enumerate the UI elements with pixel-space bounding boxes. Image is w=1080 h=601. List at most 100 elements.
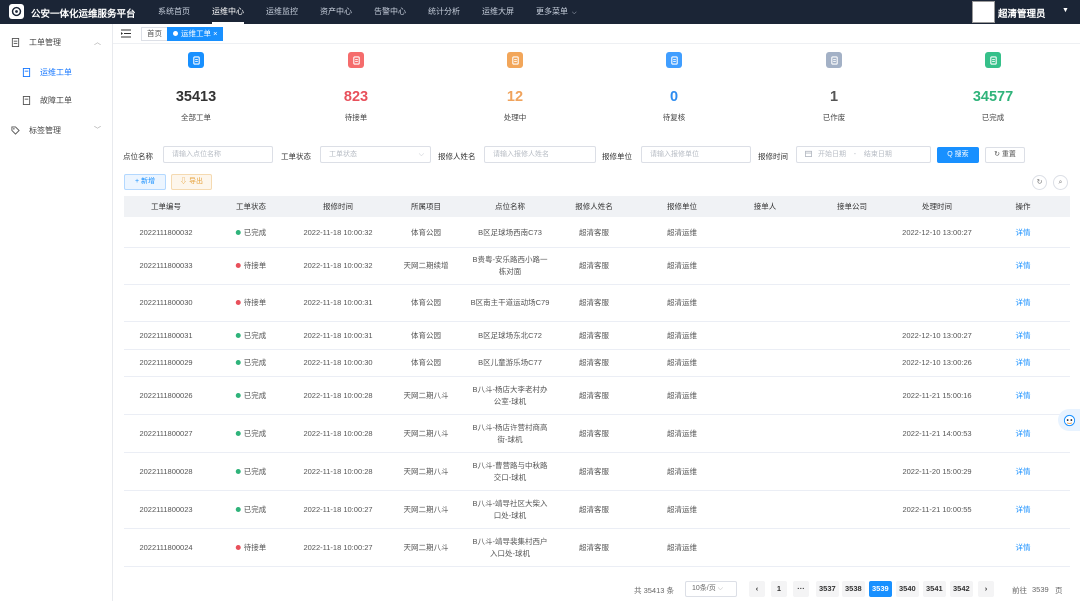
user-name[interactable]: 超清管理员 (998, 6, 1046, 20)
page-button[interactable]: 3542 (950, 581, 973, 597)
export-button[interactable]: ⇩ 导出 (171, 174, 212, 190)
nav-item-1[interactable]: 运维中心 (212, 0, 244, 24)
point-name-cell: B区足球场东北C72 (478, 330, 542, 340)
detail-link[interactable]: 详情 (1016, 504, 1031, 516)
point-name-cell: B贵粤-安乐路西小路一栋对面 (472, 255, 548, 276)
filter-label-time: 报修时间 (758, 152, 788, 161)
unit-cell: 超清运维 (667, 227, 697, 237)
page-button[interactable]: 3537 (816, 581, 839, 597)
page-button[interactable]: 3541 (923, 581, 946, 597)
nav-item-3[interactable]: 资产中心 (320, 0, 352, 24)
help-assistant[interactable] (1058, 409, 1080, 431)
unit-cell: 超清运维 (667, 504, 697, 514)
point-name-cell: B八斗-杨店许营村商高街-球机 (472, 422, 548, 444)
document-icon (188, 52, 204, 68)
logo-icon (11, 6, 22, 17)
time-cell: 2022-11-18 10:00:30 (303, 358, 373, 367)
stat-card[interactable]: 823 待接单 (306, 52, 406, 122)
time-cell: 2022-11-18 10:00:27 (303, 504, 373, 514)
menu-collapse-icon[interactable] (121, 29, 131, 38)
filter-label-unit: 报修单位 (602, 152, 632, 161)
detail-link[interactable]: 详情 (1016, 297, 1031, 309)
stat-card[interactable]: 34577 已完成 (943, 52, 1043, 122)
stat-card[interactable]: 12 处理中 (465, 52, 565, 122)
status-text: 已完成 (243, 227, 267, 237)
status-text: 已完成 (243, 466, 267, 476)
prev-page-button[interactable]: ‹ (749, 581, 765, 597)
unit-cell: 超清运维 (667, 358, 697, 367)
avatar[interactable] (972, 1, 995, 23)
sidebar-item-fault-ticket[interactable]: 故障工单 (22, 92, 72, 108)
detail-link[interactable]: 详情 (1016, 260, 1031, 272)
status-text: 已完成 (243, 390, 267, 400)
stat-card[interactable]: 35413 全部工单 (146, 52, 246, 122)
detail-link[interactable]: 详情 (1016, 227, 1031, 239)
page-button[interactable]: 3538 (842, 581, 865, 597)
add-button[interactable]: + 新增 (124, 174, 166, 190)
page-size-select[interactable]: 10条/页 ⌵ (685, 581, 737, 597)
active-dot-icon (173, 31, 178, 36)
nav-item-6[interactable]: 运维大屏 (482, 0, 514, 24)
tab-ops-ticket[interactable]: 运维工单 × (167, 27, 224, 41)
date-range-picker[interactable]: 开始日期 - 结束日期 (796, 146, 931, 163)
sidebar-item-tag-management[interactable]: 标签管理 (11, 122, 61, 138)
reporter-cell: 超清客服 (579, 390, 609, 400)
user-caret-icon[interactable]: ▼ (1062, 7, 1069, 14)
detail-link[interactable]: 详情 (1016, 428, 1031, 440)
status-dot-icon (235, 506, 241, 512)
clock-icon (507, 52, 523, 68)
point-name-input[interactable]: 请输入点位名称 (163, 146, 273, 163)
stat-card[interactable]: 1 已作废 (784, 52, 884, 122)
reset-button[interactable]: ↻ 重置 (985, 147, 1025, 163)
detail-link[interactable]: 详情 (1016, 330, 1031, 342)
project-cell: 天网二期续增 (403, 261, 449, 270)
page-button[interactable]: 3540 (896, 581, 919, 597)
page-button[interactable]: 3539 (869, 581, 892, 597)
reporter-input[interactable]: 请输入报修人姓名 (484, 146, 596, 163)
pagination-total: 共 35413 条 (634, 586, 675, 595)
detail-link[interactable]: 详情 (1016, 390, 1031, 402)
chevron-down-icon[interactable]: ﹀ (94, 125, 101, 135)
nav-item-7[interactable]: 更多菜单 ⌵ (536, 0, 577, 24)
detail-link[interactable]: 详情 (1016, 466, 1031, 478)
nav-item-0[interactable]: 系统首页 (158, 0, 190, 24)
status-select[interactable]: 工单状态 ⌵ (320, 146, 431, 163)
done-cell: 2022-11-21 14:00:53 (902, 428, 972, 438)
sidebar-item-ticket-management[interactable]: 工单管理 (11, 34, 61, 50)
page-button[interactable]: 1 (771, 581, 787, 597)
done-cell: 2022-11-21 15:00:16 (902, 390, 972, 400)
filter-label-point: 点位名称 (123, 152, 153, 161)
unit-input[interactable]: 请输入报修单位 (641, 146, 751, 163)
search-icon[interactable]: ⌕ (1053, 175, 1068, 190)
next-page-button[interactable]: › (978, 581, 994, 597)
app-title: 公安一体化运维服务平台 (31, 9, 136, 20)
reporter-cell: 超清客服 (579, 227, 609, 237)
stat-card[interactable]: 0 待复核 (624, 52, 724, 122)
chevron-up-icon[interactable]: ︿ (94, 37, 101, 47)
detail-link[interactable]: 详情 (1016, 542, 1031, 554)
id-cell: 2022111800023 (139, 504, 193, 514)
point-name-cell: B区儿童游乐场C77 (478, 358, 542, 367)
close-icon[interactable]: × (213, 29, 217, 38)
nav-item-5[interactable]: 统计分析 (428, 0, 460, 24)
column-header: 工单状态 (236, 202, 266, 211)
end-date: 结束日期 (863, 151, 892, 158)
tab-home[interactable]: 首页 (141, 27, 168, 41)
id-cell: 2022111800028 (139, 466, 193, 476)
nav-item-2[interactable]: 运维监控 (266, 0, 298, 24)
project-cell: 天网二期八斗 (403, 428, 449, 438)
status-text: 已完成 (243, 358, 267, 367)
goto-input[interactable]: 3539 (1032, 585, 1049, 594)
status-text: 已完成 (243, 428, 267, 438)
nav-item-4[interactable]: 告警中心 (374, 0, 406, 24)
column-header: 操作 (1015, 202, 1031, 211)
refresh-icon[interactable]: ↻ (1032, 175, 1047, 190)
start-date: 开始日期 (818, 151, 846, 158)
status-cell: 待接单 (235, 297, 266, 309)
sidebar-item-ops-ticket[interactable]: 运维工单 (22, 64, 72, 80)
search-button[interactable]: Q 搜索 (937, 147, 979, 163)
reporter-cell: 超清客服 (579, 358, 609, 367)
status-dot-icon (235, 430, 241, 436)
page-button[interactable]: ··· (793, 581, 809, 597)
detail-link[interactable]: 详情 (1016, 357, 1031, 369)
